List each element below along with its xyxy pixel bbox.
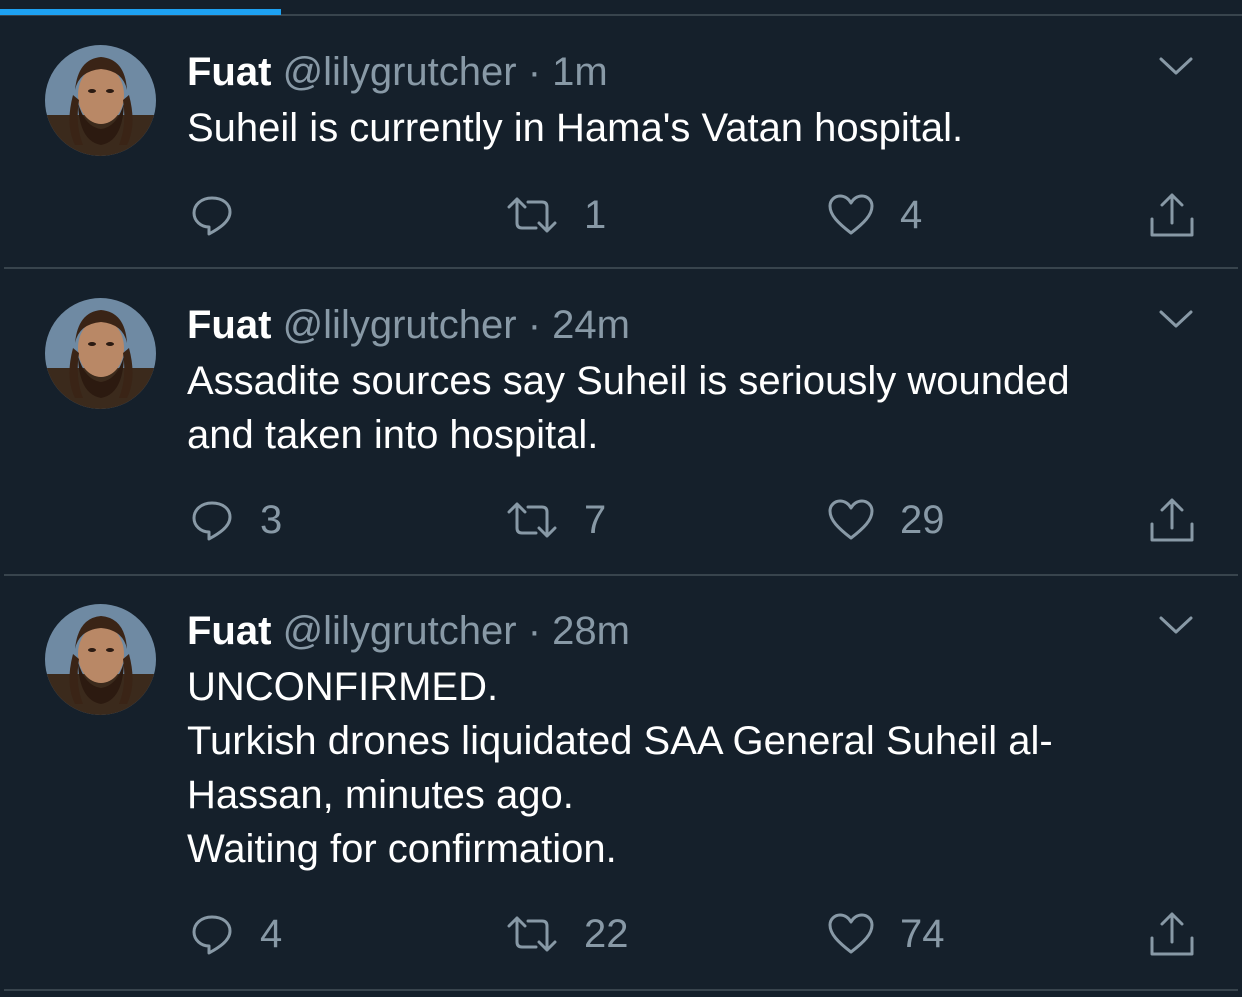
tweet-header: Fuat @lilygrutcher · 1m xyxy=(187,48,608,96)
retweet-count: 7 xyxy=(584,498,607,542)
heart-icon xyxy=(826,910,876,958)
tweet-text: Suheil is currently in Hama's Vatan hosp… xyxy=(187,101,1197,155)
tweet-text-line: and taken into hospital. xyxy=(187,413,599,457)
chevron-down-icon[interactable] xyxy=(1158,307,1194,331)
reply-button[interactable]: 3 xyxy=(188,492,282,548)
retweet-count: 1 xyxy=(584,193,607,237)
tweet-text-line: Suheil is currently in Hama's Vatan hosp… xyxy=(187,106,964,150)
reply-icon xyxy=(188,910,236,958)
action-bar: 3 7 29 xyxy=(0,492,1242,548)
retweet-button[interactable]: 7 xyxy=(504,492,606,548)
tweet-text-line: Waiting for confirmation. xyxy=(187,827,617,871)
share-button[interactable] xyxy=(1147,492,1197,548)
chevron-down-icon[interactable] xyxy=(1158,613,1194,637)
like-count: 29 xyxy=(900,498,945,542)
display-name[interactable]: Fuat xyxy=(187,50,271,94)
reply-icon xyxy=(188,191,236,239)
divider xyxy=(4,989,1238,991)
separator: · xyxy=(527,303,542,347)
tweet-text-line: UNCONFIRMED. xyxy=(187,665,499,709)
retweet-icon xyxy=(504,191,560,239)
retweet-button[interactable]: 1 xyxy=(504,187,606,243)
like-button[interactable]: 74 xyxy=(826,906,945,962)
separator: · xyxy=(527,50,542,94)
user-handle[interactable]: @lilygrutcher xyxy=(283,50,517,94)
reply-count: 4 xyxy=(260,912,283,956)
tweet-header: Fuat @lilygrutcher · 24m xyxy=(187,301,630,349)
loading-progress xyxy=(0,0,1242,16)
timestamp[interactable]: 24m xyxy=(552,303,630,347)
like-count: 74 xyxy=(900,912,945,956)
heart-icon xyxy=(826,191,876,239)
timestamp[interactable]: 1m xyxy=(552,50,608,94)
share-icon xyxy=(1147,910,1197,958)
reply-button[interactable]: 4 xyxy=(188,906,282,962)
tweet-text-line: Hassan, minutes ago. xyxy=(187,773,574,817)
reply-count: 3 xyxy=(260,498,283,542)
tweet[interactable]: Fuat @lilygrutcher · 1m Suheil is curren… xyxy=(0,16,1242,269)
tweet-header: Fuat @lilygrutcher · 28m xyxy=(187,607,630,655)
retweet-icon xyxy=(504,910,560,958)
separator: · xyxy=(527,609,542,653)
share-button[interactable] xyxy=(1147,187,1197,243)
user-handle[interactable]: @lilygrutcher xyxy=(283,609,517,653)
heart-icon xyxy=(826,496,876,544)
tweet-text: Assadite sources say Suheil is seriously… xyxy=(187,354,1197,462)
like-button[interactable]: 29 xyxy=(826,492,945,548)
avatar[interactable] xyxy=(45,298,156,409)
tweet-text: UNCONFIRMED. Turkish drones liquidated S… xyxy=(187,660,1197,876)
display-name[interactable]: Fuat xyxy=(187,609,271,653)
tweet[interactable]: Fuat @lilygrutcher · 28m UNCONFIRMED. Tu… xyxy=(0,575,1242,991)
retweet-icon xyxy=(504,496,560,544)
share-icon xyxy=(1147,191,1197,239)
tweet-text-line: Turkish drones liquidated SAA General Su… xyxy=(187,719,1053,763)
action-bar: 4 22 74 xyxy=(0,906,1242,962)
like-count: 4 xyxy=(900,193,923,237)
display-name[interactable]: Fuat xyxy=(187,303,271,347)
avatar[interactable] xyxy=(45,604,156,715)
share-icon xyxy=(1147,496,1197,544)
retweet-button[interactable]: 22 xyxy=(504,906,629,962)
like-button[interactable]: 4 xyxy=(826,187,922,243)
tweet[interactable]: Fuat @lilygrutcher · 24m Assadite source… xyxy=(0,269,1242,576)
retweet-count: 22 xyxy=(584,912,629,956)
share-button[interactable] xyxy=(1147,906,1197,962)
user-handle[interactable]: @lilygrutcher xyxy=(283,303,517,347)
progress-bar xyxy=(0,9,281,15)
reply-icon xyxy=(188,496,236,544)
chevron-down-icon[interactable] xyxy=(1158,54,1194,78)
timestamp[interactable]: 28m xyxy=(552,609,630,653)
tweet-text-line: Assadite sources say Suheil is seriously… xyxy=(187,359,1070,403)
action-bar: 1 4 xyxy=(0,187,1242,243)
reply-button[interactable] xyxy=(188,187,260,243)
avatar[interactable] xyxy=(45,45,156,156)
